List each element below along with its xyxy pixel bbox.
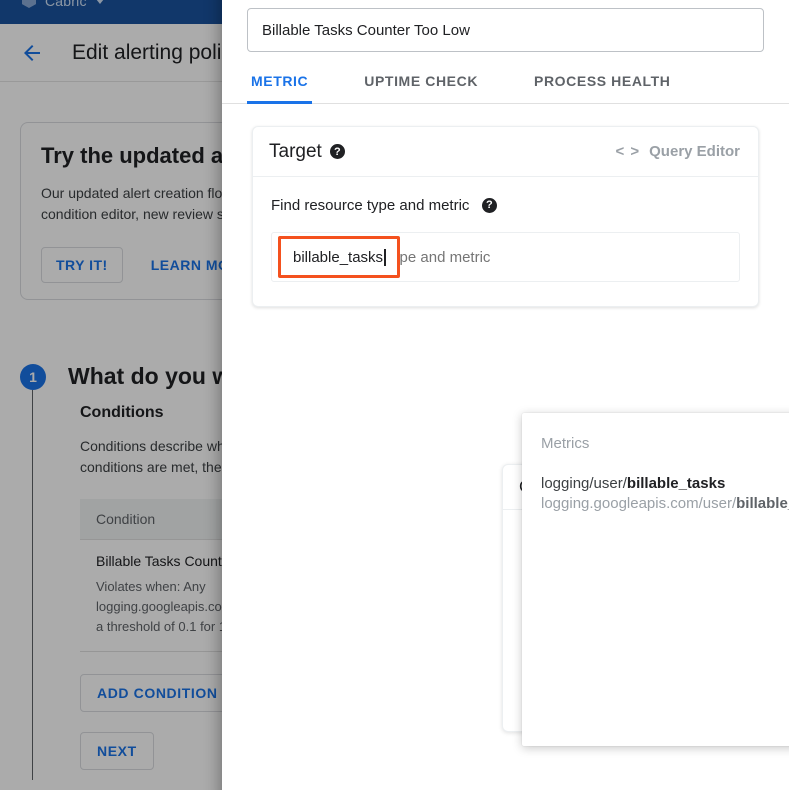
condition-editor-dialog: METRIC UPTIME CHECK PROCESS HEALTH Targe… [222,0,789,790]
suggestion-primary-row: logging/user/billable_tasks gce_instance… [541,475,789,492]
tab-process-health[interactable]: PROCESS HEALTH [530,73,675,103]
target-title: Target [269,140,322,162]
condition-name-field-wrap [222,0,789,52]
suggestion-prefix: logging/user/ [541,475,627,492]
suggestion-full-match: billable_tasks [736,495,789,512]
metric-suggestions-dropdown: Metrics logging/user/billable_tasks gce_… [522,413,789,746]
code-brackets-icon: < > [615,143,641,160]
find-metric-input-row: billable_tasks [271,232,740,282]
screen-root: Cabric Edit alerting policy Try the upda… [0,0,789,790]
find-metric-label: Find resource type and metric [271,197,470,214]
query-editor-button[interactable]: < > Query Editor [615,143,740,160]
tab-metric[interactable]: METRIC [247,73,313,104]
tab-uptime-check[interactable]: UPTIME CHECK [360,73,482,103]
list-item[interactable]: logging/user/billable_tasks gce_instance… [541,475,789,512]
query-editor-label: Query Editor [649,143,740,160]
find-metric-typed-value: billable_tasks [293,248,384,266]
highlighted-search-term[interactable]: billable_tasks [278,236,400,278]
target-card-header: Target ? < > Query Editor [253,127,758,177]
target-card-body: Find resource type and metric ? billable… [253,177,758,306]
suggestion-secondary-row: logging.googleapis.com/user/billable_tas… [541,495,789,512]
condition-name-input[interactable] [247,8,764,52]
dialog-tabs: METRIC UPTIME CHECK PROCESS HEALTH [222,73,789,104]
suggestions-group-label: Metrics [541,435,590,452]
dialog-body: Target ? < > Query Editor Find resource … [222,104,789,746]
help-circle-icon[interactable]: ? [329,144,345,159]
suggestion-match: billable_tasks [626,475,726,492]
find-metric-label-row: Find resource type and metric ? [271,197,740,215]
suggestion-full-prefix: logging.googleapis.com/user/ [541,495,737,512]
help-circle-icon[interactable]: ? [481,197,497,213]
text-cursor-icon [384,248,386,266]
target-card: Target ? < > Query Editor Find resource … [252,126,759,307]
